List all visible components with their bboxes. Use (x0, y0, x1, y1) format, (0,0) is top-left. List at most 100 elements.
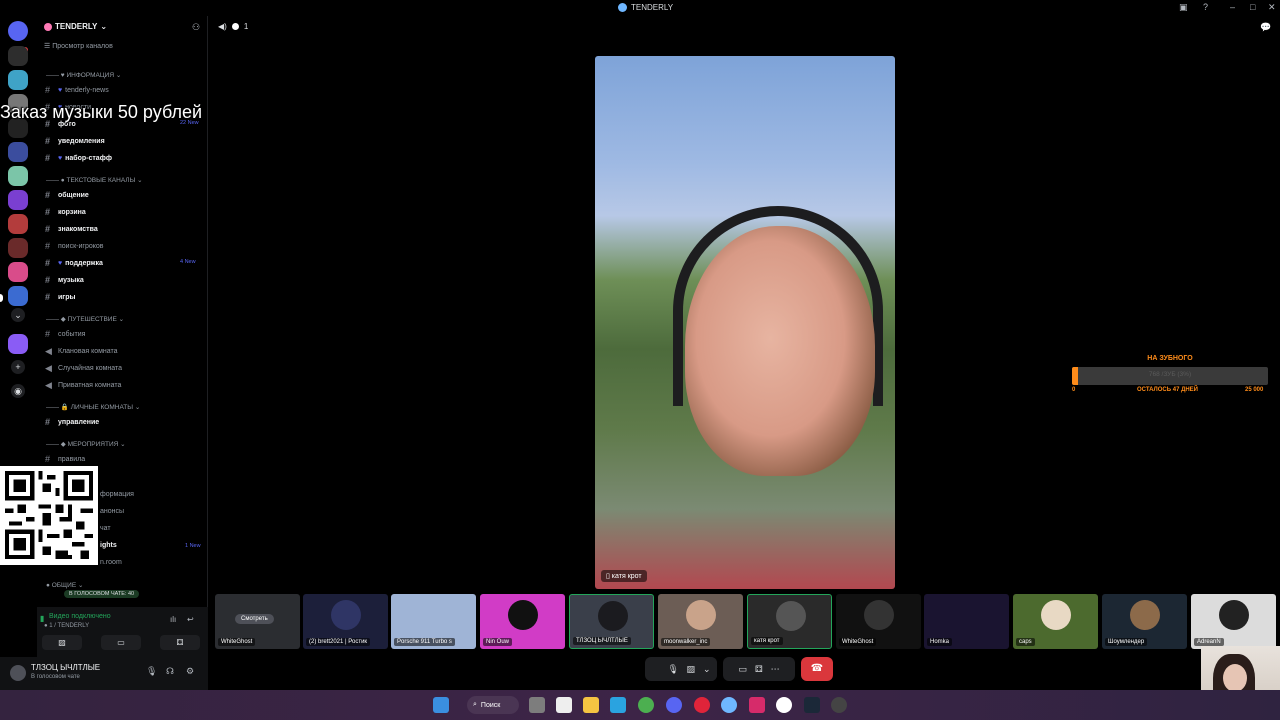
browse-channels[interactable]: ☰ Просмотр каналов (44, 42, 113, 50)
camera-toggle-button[interactable]: ▨ (42, 635, 82, 650)
yandex-icon[interactable] (776, 697, 792, 713)
more-icon[interactable]: ⋯ (771, 664, 780, 675)
add-server-icon[interactable]: + (11, 360, 25, 374)
settings-gear-icon[interactable]: ⚙ (186, 666, 194, 677)
participant-tile[interactable]: Porsche 911 Turbo s (391, 594, 476, 649)
noise-icon[interactable]: ılı (170, 615, 176, 624)
steam-icon[interactable] (804, 697, 820, 713)
home-icon[interactable] (8, 21, 28, 41)
mic-icon[interactable]: 🎙 (668, 664, 679, 675)
participant-tile[interactable]: caps (1013, 594, 1098, 649)
help-icon[interactable]: ? (1203, 2, 1208, 12)
channel-item[interactable]: # правила (45, 454, 85, 464)
server-icon[interactable] (8, 142, 28, 162)
goal-progress-text: 768 /ЗУБ (3%) (1148, 371, 1192, 378)
server-icon[interactable] (8, 286, 28, 306)
app-icon[interactable] (721, 697, 737, 713)
server-icon[interactable] (8, 334, 28, 354)
disconnect-icon[interactable]: ↩ (187, 615, 194, 624)
server-icon[interactable] (8, 166, 28, 186)
channel-item[interactable]: формация (100, 491, 134, 498)
task-view-icon[interactable] (529, 697, 545, 713)
opera-icon[interactable] (694, 697, 710, 713)
category-events[interactable]: —— ◆ МЕРОПРИЯТИЯ ⌄ (46, 440, 126, 448)
channel-item[interactable]: анонсы (100, 508, 124, 515)
taskbar-search[interactable]: ⌕ Поиск (467, 696, 519, 714)
participant-tile[interactable]: катя крот (747, 594, 832, 649)
participant-tile[interactable]: ТЛЗОЦ ЫЧЛТЛЫЕ (569, 594, 654, 649)
camera-off-icon[interactable]: ▨ (686, 664, 695, 675)
watch-button[interactable]: Смотреть (235, 614, 274, 624)
store-icon[interactable] (556, 697, 572, 713)
voice-channel-item[interactable]: ◀ Случайная комната (45, 363, 122, 374)
start-icon[interactable] (433, 697, 449, 713)
participant-tile[interactable]: WhiteGhost (836, 594, 921, 649)
chrome-icon[interactable] (638, 697, 654, 713)
participant-tile[interactable]: Homka (924, 594, 1009, 649)
participant-tile[interactable]: AdreanN (1191, 594, 1276, 649)
activity-button[interactable]: ⚃ (160, 635, 200, 650)
participant-tile[interactable]: Nin Ouw (480, 594, 565, 649)
voice-channel-item[interactable]: ◀ Клановая комната (45, 346, 118, 357)
channel-item[interactable]: # общение (45, 190, 89, 200)
category-text[interactable]: —— ● ТЕКСТОВЫЕ КАНАЛЫ ⌄ (46, 176, 143, 184)
channel-item[interactable]: # ♥ tenderly-news (45, 85, 109, 95)
app-icon[interactable] (749, 697, 765, 713)
headphones-icon[interactable]: ☊ (166, 666, 174, 677)
activity-icon[interactable]: ⚃ (755, 664, 763, 675)
participant-tile[interactable]: Смотреть WhiteGhost (215, 594, 300, 649)
channel-item[interactable]: # игры (45, 292, 75, 302)
channel-item[interactable]: # уведомления (45, 136, 105, 146)
category-private[interactable]: —— 🔒 ЛИЧНЫЕ КОМНАТЫ ⌄ (46, 403, 140, 411)
server-icon[interactable] (8, 70, 28, 90)
speaker-icon[interactable]: ◀) (218, 22, 227, 31)
channel-item[interactable]: чат (100, 525, 111, 532)
participant-tile[interactable]: moonwalker_inc (658, 594, 743, 649)
obs-icon[interactable] (831, 697, 847, 713)
chat-icon[interactable]: 💬 (1260, 22, 1271, 33)
channel-item[interactable]: # ♥ набор-стафф (45, 153, 112, 163)
hangup-button[interactable]: ☎ (801, 657, 833, 681)
server-icon[interactable] (8, 214, 28, 234)
live-dot (231, 23, 239, 30)
avatar[interactable] (10, 665, 26, 681)
server-header[interactable]: TENDERLY ⌄ (44, 22, 107, 31)
camera-control[interactable]: ▨ ⌄ (680, 657, 717, 681)
screen-share-button[interactable]: ▭ (101, 635, 141, 650)
folder-icon[interactable] (583, 697, 599, 713)
activity-controls[interactable]: ▭ ⚃ ⋯ (723, 657, 795, 681)
channel-item[interactable]: # ♥ поддержка (45, 258, 103, 268)
close-icon[interactable]: ✕ (1268, 2, 1276, 13)
channel-item[interactable]: # события (45, 329, 85, 339)
channel-item[interactable]: # управление (45, 417, 99, 427)
chevron-down-icon[interactable]: ⌄ (703, 664, 711, 675)
server-icon[interactable] (8, 238, 28, 258)
channel-item[interactable]: # поиск-игроков (45, 241, 104, 251)
inbox-icon[interactable]: ▣ (1179, 2, 1188, 13)
server-icon[interactable] (8, 46, 28, 66)
participant-tile[interactable]: (2) brett2021 | Ростик (303, 594, 388, 649)
minimize-icon[interactable]: – (1230, 2, 1235, 12)
main-video-stream[interactable] (595, 56, 895, 589)
invite-icon[interactable]: ⚇ (192, 22, 200, 33)
channel-item[interactable]: # знакомства (45, 224, 98, 234)
chevron-down-icon[interactable]: ⌄ (11, 308, 25, 322)
category-info[interactable]: —— ♥ ИНФОРМАЦИЯ ⌄ (46, 71, 121, 79)
voice-channel[interactable]: ● 1 / TENDERLY (44, 623, 89, 629)
server-icon[interactable] (8, 190, 28, 210)
telegram-icon[interactable] (610, 697, 626, 713)
category-general[interactable]: ● ОБЩИЕ ⌄ (46, 581, 83, 589)
discord-icon[interactable] (666, 697, 682, 713)
channel-item[interactable]: n.room (100, 559, 122, 566)
maximize-icon[interactable]: □ (1250, 2, 1255, 12)
screen-share-icon[interactable]: ▭ (738, 664, 747, 675)
channel-item[interactable]: # музыка (45, 275, 84, 285)
mic-icon[interactable]: 🎙 (146, 666, 157, 677)
voice-channel-item[interactable]: ◀ Приватная комната (45, 380, 121, 391)
channel-item[interactable]: ights (100, 542, 117, 549)
discover-icon[interactable]: ◉ (11, 384, 25, 398)
channel-item[interactable]: # корзина (45, 207, 86, 217)
server-icon[interactable] (8, 262, 28, 282)
participant-tile[interactable]: Шоумлендер (1102, 594, 1187, 649)
category-travel[interactable]: —— ◆ ПУТЕШЕСТВИЕ ⌄ (46, 315, 124, 323)
